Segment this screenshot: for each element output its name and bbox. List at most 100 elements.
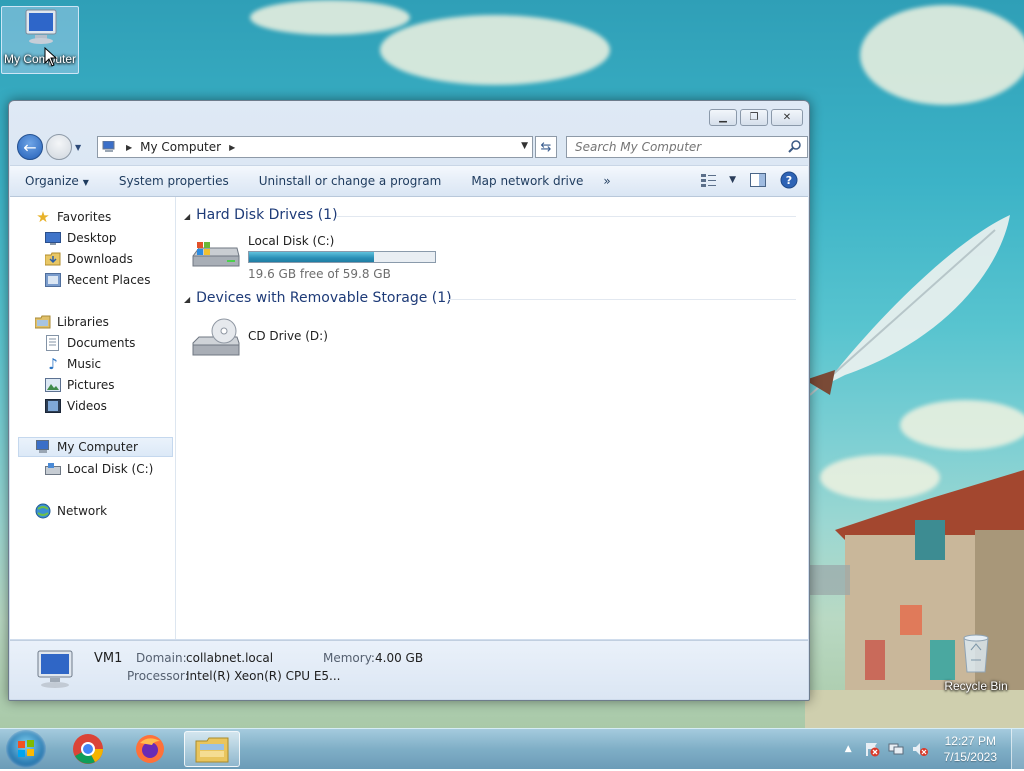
uninstall-program-button[interactable]: Uninstall or change a program (244, 174, 457, 188)
volume-muted-icon[interactable] (912, 741, 928, 757)
address-bar[interactable]: ▶ My Computer ▶ ▼ (97, 136, 533, 158)
breadcrumb-separator-icon[interactable]: ▶ (229, 143, 235, 152)
chevron-down-icon: ▼ (729, 175, 736, 185)
desktop-icon-my-computer[interactable]: My Computer (1, 6, 79, 74)
nav-label: Favorites (57, 210, 112, 224)
action-center-flag-icon[interactable] (864, 741, 880, 757)
chevron-down-icon: ▼ (75, 143, 82, 152)
drive-item-c[interactable]: Local Disk (C:) 19.6 GB free of 59.8 GB (191, 232, 441, 282)
wallpaper-cloud (380, 15, 610, 85)
search-icon[interactable] (788, 140, 802, 154)
window-controls: ▁ ❐ ✕ (709, 109, 803, 126)
group-header-removable[interactable]: ◢ Devices with Removable Storage (1) (184, 290, 452, 306)
search-box[interactable] (566, 136, 808, 158)
folder-icon (195, 737, 229, 763)
refresh-icon: ⇆ (540, 139, 552, 155)
navigation-bar: ← ▼ ▶ My Computer ▶ ▼ ⇆ (17, 134, 808, 160)
group-title: Devices with Removable Storage (1) (196, 290, 452, 306)
desktop-folder-icon (45, 230, 61, 246)
windows-logo-icon (18, 740, 34, 757)
memory-label: Memory: (323, 651, 375, 665)
preview-pane-icon[interactable] (750, 173, 766, 187)
nav-music[interactable]: ♪ Music (45, 354, 101, 374)
nav-libraries[interactable]: Libraries (35, 312, 109, 332)
nav-recent-places[interactable]: Recent Places (45, 270, 150, 290)
pictures-icon (45, 377, 61, 393)
nav-network[interactable]: Network (35, 501, 107, 521)
show-hidden-icons-button[interactable]: ▲ (845, 744, 852, 754)
organize-menu[interactable]: Organize ▼ (10, 174, 104, 188)
minimize-button[interactable]: ▁ (709, 109, 737, 126)
domain-label: Domain: (136, 651, 187, 665)
explorer-window[interactable]: ▁ ❐ ✕ ← ▼ ▶ My Computer ▶ ▼ ⇆ Search My … (8, 100, 810, 701)
drive-free-space: 19.6 GB free of 59.8 GB (248, 267, 391, 281)
star-icon: ★ (36, 208, 50, 226)
clock-time: 12:27 PM (944, 734, 996, 748)
firefox-icon (136, 735, 164, 763)
wallpaper-cloud (860, 5, 1024, 105)
domain-value: collabnet.local (186, 651, 274, 665)
breadcrumb-my-computer[interactable]: My Computer (140, 140, 221, 154)
nav-label: Libraries (57, 315, 109, 329)
system-properties-button[interactable]: System properties (104, 174, 244, 188)
drive-usage-bar (248, 251, 436, 263)
system-tray: ▲ 12:27 PM 7/15/2023 (845, 729, 1024, 769)
taskbar-firefox[interactable] (122, 731, 178, 767)
back-button[interactable]: ← (17, 134, 43, 160)
change-view-button[interactable]: ▼ (701, 173, 736, 187)
organize-label: Organize (25, 174, 79, 188)
network-status-icon[interactable] (888, 741, 904, 757)
collapse-triangle-icon: ◢ (184, 212, 191, 221)
nav-videos[interactable]: Videos (45, 396, 107, 416)
refresh-button[interactable]: ⇆ (535, 136, 557, 158)
libraries-icon (35, 314, 51, 330)
group-divider (336, 216, 796, 217)
nav-downloads[interactable]: Downloads (45, 249, 133, 269)
arrow-left-icon: ← (23, 137, 37, 157)
nav-label: Desktop (67, 231, 117, 245)
minimize-icon: ▁ (719, 112, 727, 123)
taskbar-windows-explorer[interactable] (184, 731, 240, 767)
help-icon[interactable]: ? (780, 171, 798, 189)
group-header-hard-disk[interactable]: ◢ Hard Disk Drives (1) (184, 207, 338, 223)
forward-button[interactable] (46, 134, 72, 160)
nav-label: Local Disk (C:) (67, 462, 154, 476)
processor-label: Processor: (127, 669, 189, 683)
clock[interactable]: 12:27 PM 7/15/2023 (944, 733, 997, 765)
address-dropdown-icon[interactable]: ▼ (521, 141, 528, 151)
maximize-button[interactable]: ❐ (740, 109, 768, 126)
view-options-icon (701, 174, 717, 187)
downloads-folder-icon (45, 251, 61, 267)
show-desktop-button[interactable] (1011, 729, 1024, 769)
more-commands-button[interactable]: » (598, 174, 615, 188)
nav-label: Pictures (67, 378, 115, 392)
taskbar-chrome[interactable] (60, 731, 116, 767)
chevron-down-icon: ▼ (82, 178, 89, 187)
view-controls: ▼ ? (701, 171, 798, 189)
nav-favorites[interactable]: ★ Favorites (35, 207, 111, 227)
nav-pictures[interactable]: Pictures (45, 375, 115, 395)
computer-icon (37, 650, 73, 688)
group-divider (448, 299, 796, 300)
mouse-cursor-icon (44, 47, 58, 67)
recent-pages-dropdown[interactable]: ▼ (75, 143, 81, 152)
documents-icon (45, 335, 61, 351)
breadcrumb-separator-icon[interactable]: ▶ (126, 143, 132, 152)
drive-item-d[interactable]: CD Drive (D:) (191, 317, 391, 367)
computer-name: VM1 (94, 651, 123, 666)
processor-value: Intel(R) Xeon(R) CPU E5... (186, 669, 341, 683)
map-network-drive-button[interactable]: Map network drive (456, 174, 598, 188)
content-pane: ◢ Hard Disk Drives (1) Local Disk (C:) 19… (176, 197, 808, 639)
close-button[interactable]: ✕ (771, 109, 803, 126)
desktop-icon-label: Recycle Bin (944, 679, 1008, 693)
nav-local-disk[interactable]: Local Disk (C:) (45, 459, 153, 479)
nav-desktop[interactable]: Desktop (45, 228, 117, 248)
nav-my-computer[interactable]: My Computer (18, 437, 173, 457)
computer-icon (35, 439, 51, 455)
desktop-icon-recycle-bin[interactable]: Recycle Bin (938, 630, 1014, 693)
clock-date: 7/15/2023 (943, 750, 997, 764)
nav-documents[interactable]: Documents (45, 333, 135, 353)
search-input[interactable] (573, 139, 777, 155)
start-button[interactable] (6, 730, 46, 768)
computer-icon (25, 9, 57, 44)
